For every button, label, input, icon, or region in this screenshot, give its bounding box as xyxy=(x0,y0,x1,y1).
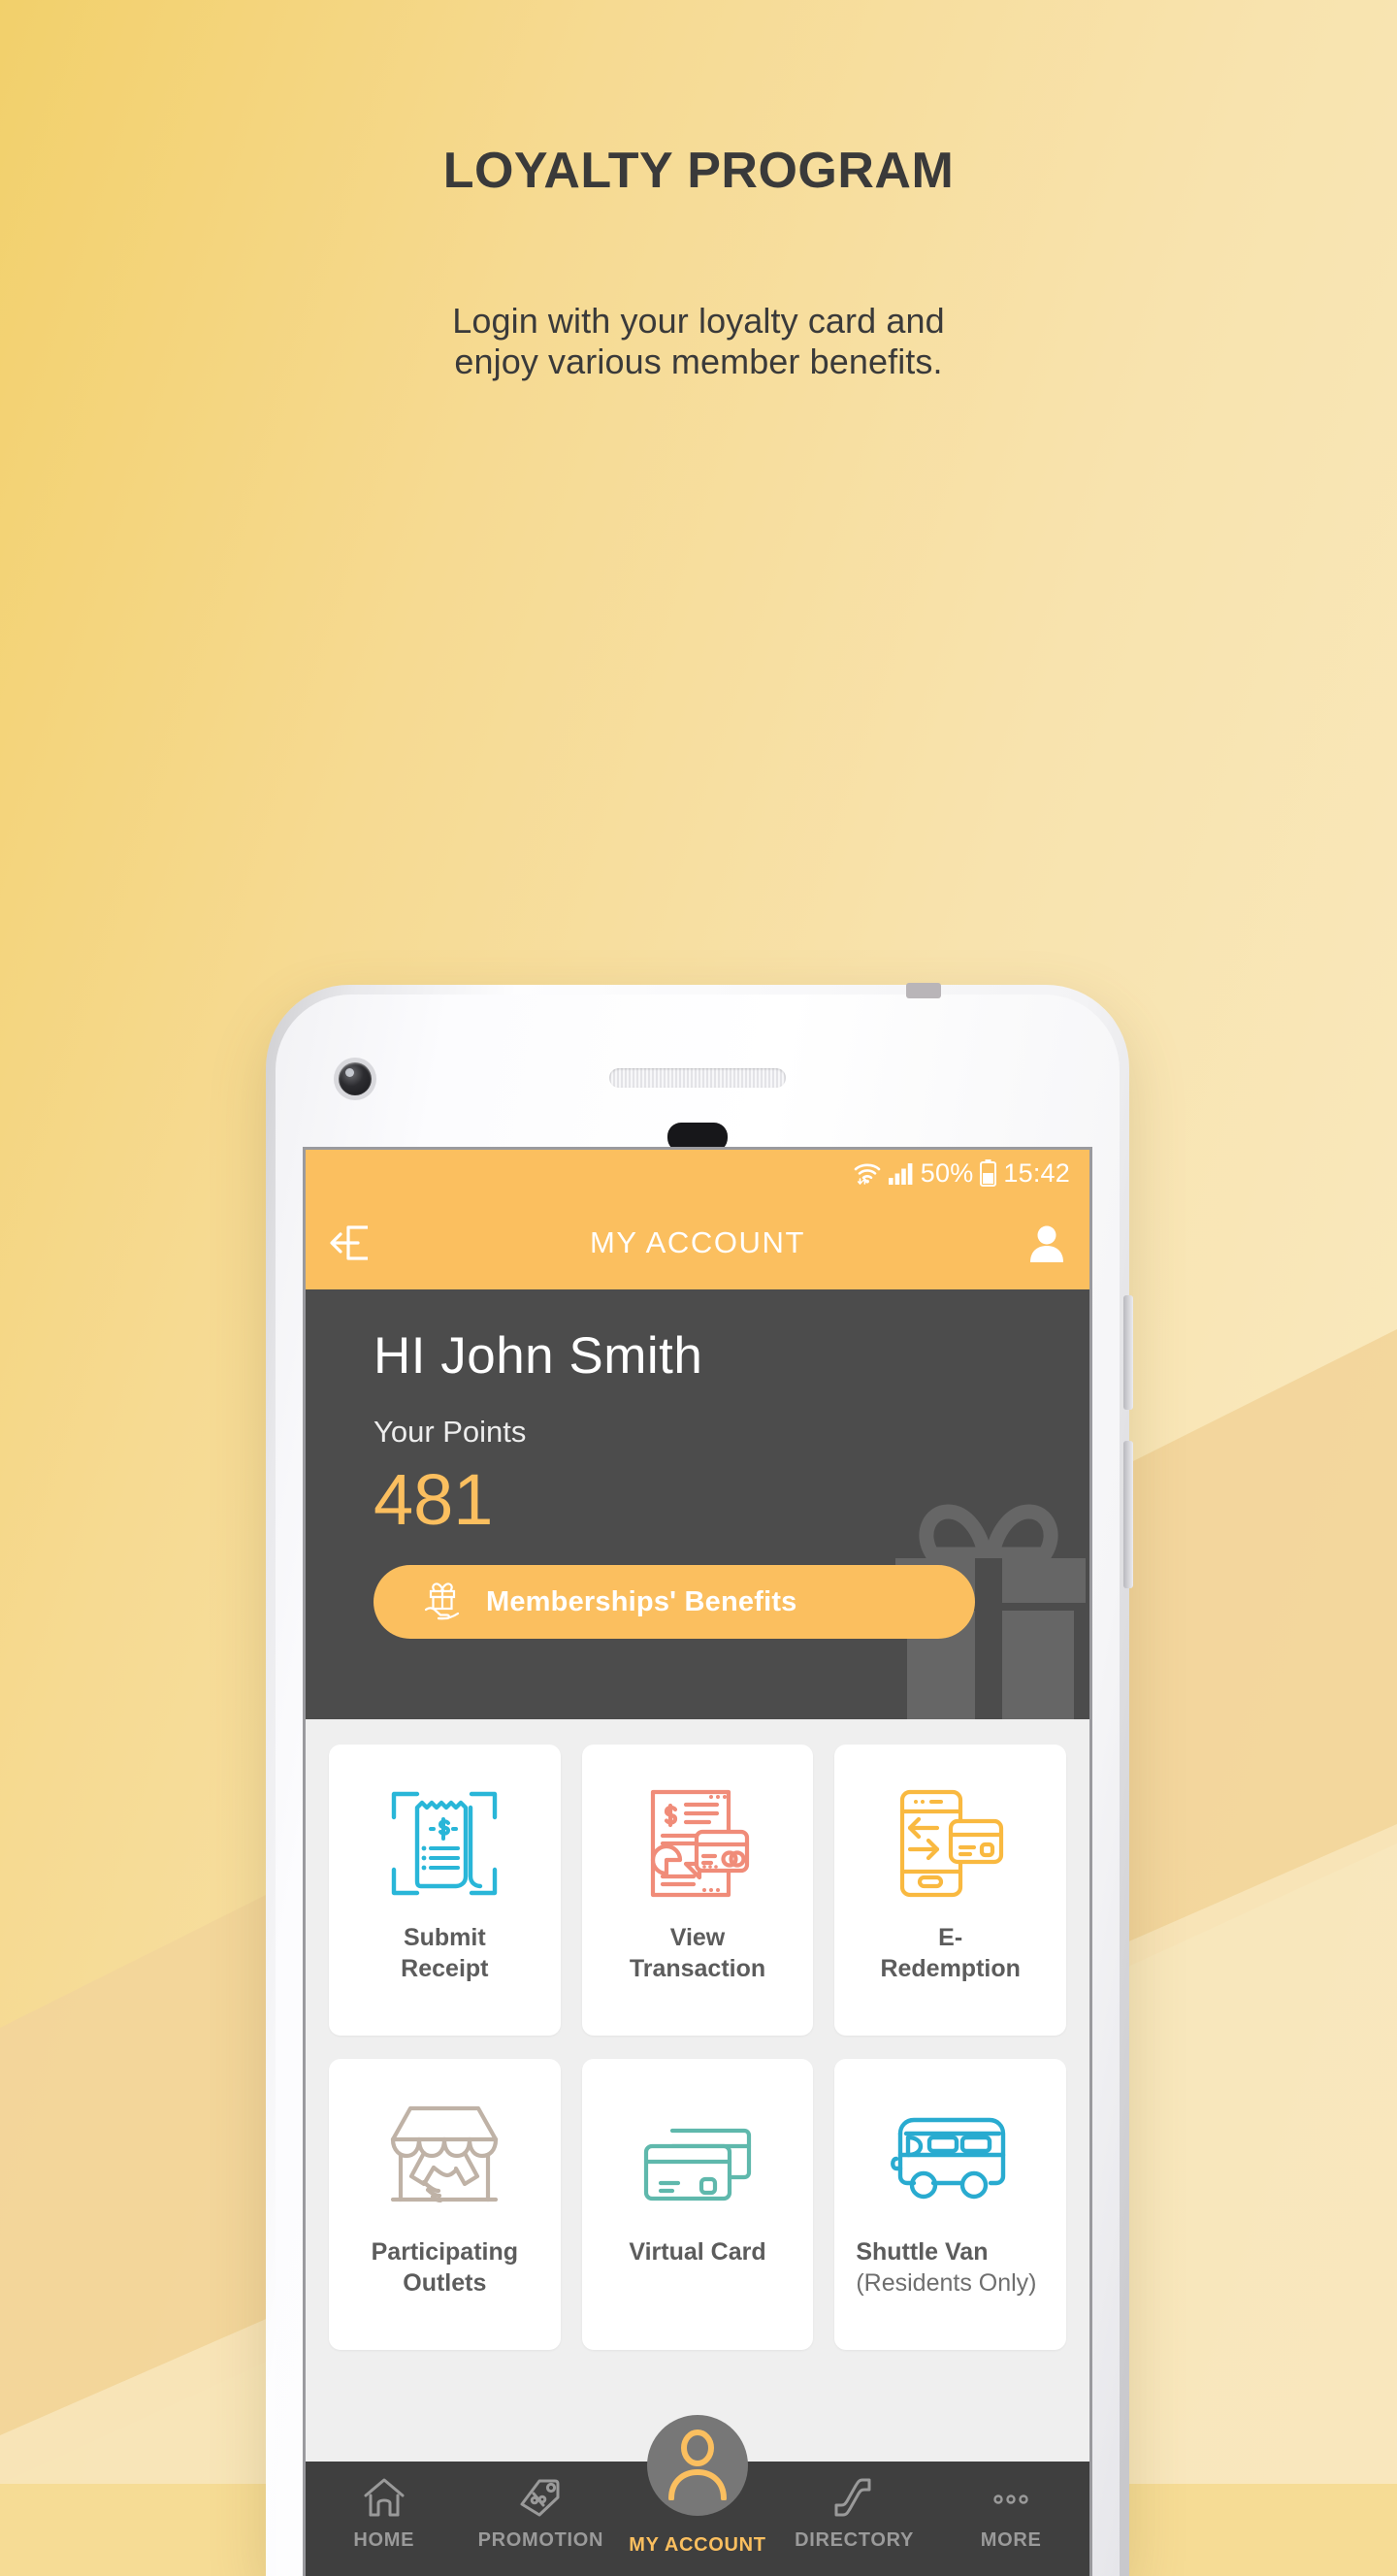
tile-label-line1: Submit xyxy=(403,1924,486,1951)
points-value: 481 xyxy=(374,1459,494,1540)
tile-label-line2: Outlets xyxy=(403,2268,487,2297)
power-button[interactable] xyxy=(1123,1441,1133,1588)
user-greeting: HI John Smith xyxy=(374,1327,703,1385)
tile-sublabel: (Residents Only) xyxy=(856,2268,1037,2297)
app-bar-title: MY ACCOUNT xyxy=(589,1225,806,1259)
person-circle-icon xyxy=(662,2427,733,2505)
nav-item-directory[interactable]: DIRECTORY xyxy=(776,2475,933,2552)
memberships-benefits-label: Memberships' Benefits xyxy=(486,1585,797,1617)
tile-participating-outlets[interactable]: Participating Outlets xyxy=(329,2059,561,2350)
nav-label: HOME xyxy=(353,2529,415,2551)
front-camera-icon xyxy=(339,1062,372,1095)
nav-label: DIRECTORY xyxy=(795,2529,915,2551)
person-icon[interactable] xyxy=(1027,1223,1066,1263)
tile-label: E- Redemption xyxy=(872,1923,1027,1984)
nav-account-label: MY ACCOUNT xyxy=(629,2534,766,2556)
tile-submit-receipt[interactable]: Submit Receipt xyxy=(329,1745,561,2036)
gift-in-hand-icon xyxy=(422,1581,465,1623)
tile-label-line2: Redemption xyxy=(880,1954,1021,1982)
receipt-scan-icon xyxy=(388,1779,501,1908)
signal-bars-icon xyxy=(888,1161,914,1185)
hero-subtitle-line-1: Login with your loyalty card and xyxy=(452,301,945,341)
battery-percent-label: 50% xyxy=(920,1158,974,1188)
tile-virtual-card[interactable]: Virtual Card xyxy=(581,2059,814,2350)
tile-label: Shuttle Van xyxy=(856,2238,989,2266)
points-label: Your Points xyxy=(374,1415,527,1449)
nav-item-home[interactable]: HOME xyxy=(306,2475,463,2552)
earpiece-speaker xyxy=(609,1068,786,1088)
tile-label: Virtual Card xyxy=(629,2238,766,2266)
escalator-icon xyxy=(832,2475,877,2520)
nav-label: PROMOTION xyxy=(477,2529,604,2551)
phone-antenna-line xyxy=(906,983,941,998)
page-title: LOYALTY PROGRAM xyxy=(442,143,955,199)
tile-label-line2: Receipt xyxy=(401,1954,489,1982)
tile-label-line1: Participating xyxy=(371,2238,519,2266)
nav-label: MORE xyxy=(980,2529,1042,2551)
sensor-pill xyxy=(667,1123,728,1152)
phone-screen: 50% 15:42 MY ACCOUNT HI John Smith Your … xyxy=(306,1150,1089,2576)
tile-label-line1: View xyxy=(669,1924,726,1951)
tile-e-redemption[interactable]: E- Redemption xyxy=(834,1745,1066,2036)
volume-button[interactable] xyxy=(1123,1295,1133,1410)
nav-account-bubble[interactable] xyxy=(647,2415,748,2516)
app-bar: MY ACCOUNT xyxy=(306,1196,1089,1289)
memberships-benefits-button[interactable]: Memberships' Benefits xyxy=(374,1565,975,1639)
clock-label: 15:42 xyxy=(1003,1158,1070,1188)
shop-handshake-icon xyxy=(381,2094,507,2222)
tile-label-line2: Transaction xyxy=(629,1954,766,1982)
transaction-document-card-icon xyxy=(643,1779,752,1908)
wifi-icon xyxy=(853,1160,882,1186)
tile-view-transaction[interactable]: View Transaction xyxy=(581,1745,814,2036)
van-icon xyxy=(885,2094,1017,2222)
hero-subtitle: Login with your loyalty card and enjoy v… xyxy=(0,301,1397,383)
hero-section: LOYALTY PROGRAM Login with your loyalty … xyxy=(0,146,1397,383)
nav-item-promotion[interactable]: PROMOTION xyxy=(463,2475,620,2552)
tile-grid: Submit Receipt View Transaction E- Redem… xyxy=(306,1719,1089,2350)
tile-label-line1: E- xyxy=(938,1924,963,1951)
logout-arrow-icon[interactable] xyxy=(329,1223,370,1262)
tile-label: View Transaction xyxy=(622,1923,773,1984)
tile-label: Submit Receipt xyxy=(393,1923,496,1984)
hero-subtitle-line-2: enjoy various member benefits. xyxy=(454,342,943,382)
battery-half-icon xyxy=(980,1159,997,1187)
house-icon xyxy=(362,2475,406,2520)
profile-panel: HI John Smith Your Points 481 Membership… xyxy=(306,1289,1089,1719)
status-bar: 50% 15:42 xyxy=(306,1150,1089,1196)
nav-item-more[interactable]: MORE xyxy=(932,2475,1089,2552)
phone-card-exchange-icon xyxy=(893,1779,1009,1908)
price-tag-icon xyxy=(518,2475,563,2520)
credit-cards-icon xyxy=(635,2094,760,2222)
three-dots-icon xyxy=(989,2475,1033,2520)
phone-mockup: 50% 15:42 MY ACCOUNT HI John Smith Your … xyxy=(266,983,1133,2576)
tile-shuttle-van[interactable]: Shuttle Van (Residents Only) xyxy=(834,2059,1066,2350)
tile-label: Participating Outlets xyxy=(364,2237,526,2299)
